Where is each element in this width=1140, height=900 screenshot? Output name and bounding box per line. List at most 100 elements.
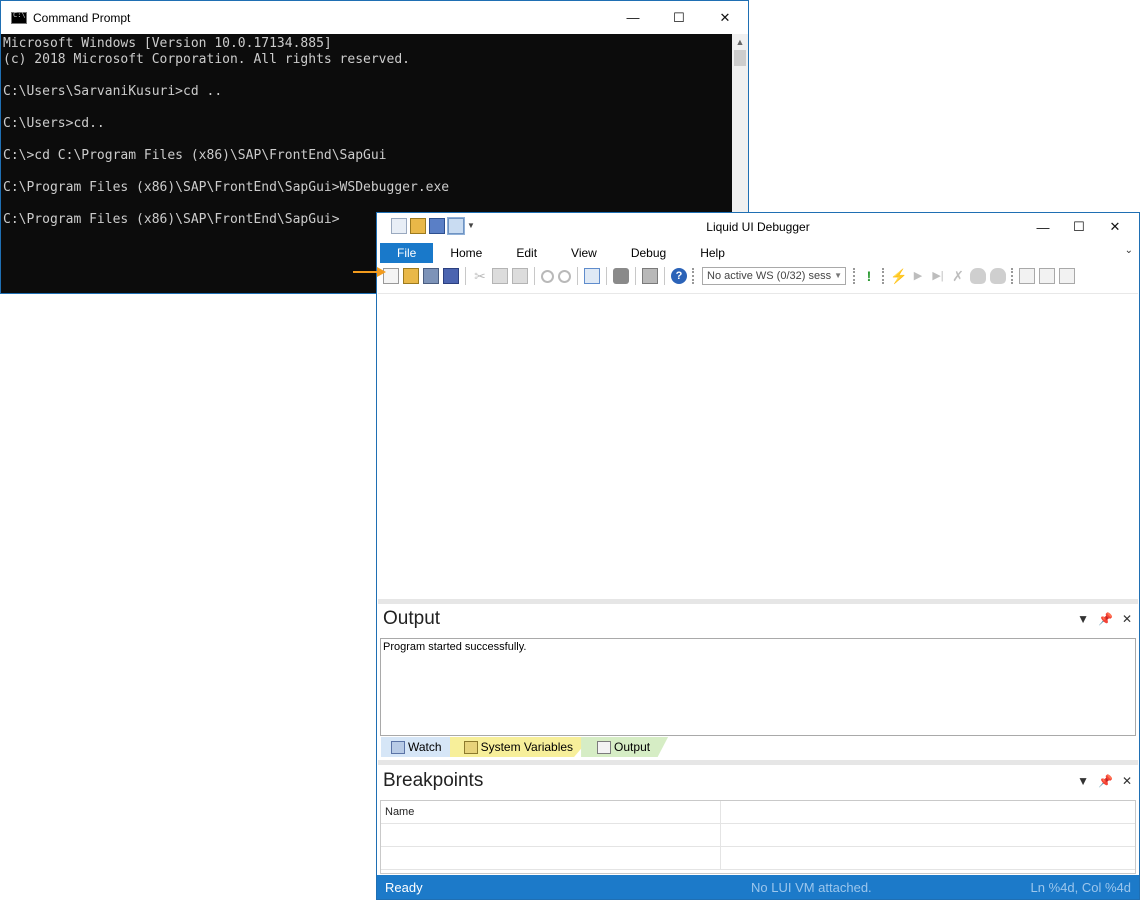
scroll-thumb[interactable] — [734, 50, 746, 66]
help-icon[interactable]: ? — [671, 268, 687, 284]
tab-system-variables[interactable]: System Variables — [449, 737, 592, 757]
toolbar-grip[interactable] — [692, 268, 695, 284]
arrow-head — [377, 267, 386, 277]
liquid-ui-debugger-window: ▼ Liquid UI Debugger — ☐ ✕ File Home Edi… — [376, 212, 1140, 900]
column-header-name[interactable]: Name — [381, 801, 721, 823]
cut-icon[interactable]: ✂ — [472, 268, 488, 284]
pin-icon[interactable]: 📌 — [1098, 606, 1113, 632]
bottom-tab-strip: Watch System Variables Output — [381, 737, 669, 759]
menu-help[interactable]: Help — [683, 243, 742, 263]
tab-output-label: Output — [614, 740, 651, 754]
table-row[interactable] — [381, 824, 1135, 847]
table-cell — [721, 847, 1135, 869]
save-all-icon[interactable] — [443, 268, 459, 284]
save-icon[interactable] — [423, 268, 439, 284]
attach-exclamation-icon[interactable]: ! — [861, 268, 877, 284]
toolbar-separator — [577, 267, 578, 285]
toolbar-separator — [606, 267, 607, 285]
toolbar-separator — [664, 267, 665, 285]
lightning-icon[interactable]: ⚡ — [890, 268, 907, 284]
stop-icon[interactable]: ✗ — [950, 268, 966, 284]
run-icon[interactable]: ▶ — [910, 268, 926, 284]
status-position: Ln %4d, Col %4d — [1030, 880, 1131, 895]
breakpoints-table[interactable]: Name — [380, 800, 1136, 874]
table-cell — [721, 824, 1135, 846]
annotation-arrow-icon — [353, 267, 387, 277]
table-header-row: Name — [381, 801, 1135, 824]
toolbar-grip[interactable] — [1011, 268, 1014, 284]
status-bar: Ready No LUI VM attached. Ln %4d, Col %4… — [377, 875, 1139, 899]
output-icon — [597, 740, 612, 754]
close-icon[interactable]: ✕ — [1122, 606, 1132, 632]
menu-debug[interactable]: Debug — [614, 243, 683, 263]
tab-output[interactable]: Output — [581, 737, 669, 757]
close-icon[interactable]: ✕ — [1097, 213, 1133, 241]
toolbar-grip[interactable] — [882, 268, 885, 284]
document-outline-icon[interactable] — [584, 268, 600, 284]
scroll-up-icon[interactable]: ▲ — [732, 34, 748, 50]
ws-session-combo[interactable]: No active WS (0/32) sess ▼ — [702, 267, 846, 285]
editor-area[interactable] — [378, 293, 1138, 599]
comment-icon[interactable] — [1039, 268, 1055, 284]
breakpoints-panel: Breakpoints ▼ 📌 ✕ Name — [378, 768, 1138, 876]
menu-view[interactable]: View — [554, 243, 614, 263]
minimize-icon[interactable]: — — [610, 1, 656, 34]
tab-watch[interactable]: Watch — [381, 737, 460, 757]
cmd-title-bar[interactable]: Command Prompt — ☐ ✕ — [1, 1, 748, 34]
console-line: C:\Users>cd.. — [3, 116, 105, 131]
step-into-icon[interactable] — [990, 268, 1006, 284]
menu-edit[interactable]: Edit — [499, 243, 554, 263]
table-row[interactable] — [381, 847, 1135, 870]
paste-icon[interactable] — [512, 268, 528, 284]
ws-session-combo-value: No active WS (0/32) sess — [707, 270, 832, 282]
panel-dropdown-icon[interactable]: ▼ — [1077, 606, 1089, 632]
status-vm: No LUI VM attached. — [751, 880, 872, 895]
maximize-icon[interactable]: ☐ — [1061, 213, 1097, 241]
main-toolbar: ✂ ? No active WS (0/32) sess ▼ ! ⚡ ▶ ▶| ✗ — [377, 263, 1139, 289]
window-icon[interactable] — [1019, 268, 1035, 284]
toolbar-separator — [534, 267, 535, 285]
find-binoculars-icon[interactable] — [613, 268, 629, 284]
console-line: (c) 2018 Microsoft Corporation. All righ… — [3, 52, 410, 67]
toolbar-grip[interactable] — [853, 268, 856, 284]
cmd-window-title: Command Prompt — [33, 10, 131, 25]
debugger-title-bar[interactable]: ▼ Liquid UI Debugger — ☐ ✕ — [377, 213, 1139, 241]
maximize-icon[interactable]: ☐ — [656, 1, 702, 34]
ribbon-menu-bar: File Home Edit View Debug Help ⌄ — [377, 241, 1139, 263]
redo-icon[interactable] — [558, 269, 571, 283]
output-message: Program started successfully. — [383, 641, 527, 653]
column-header-empty — [721, 801, 1135, 823]
console-line: C:\Program Files (x86)\SAP\FrontEnd\SapG… — [3, 180, 450, 195]
table-cell — [381, 847, 721, 869]
step-over-icon[interactable] — [970, 268, 986, 284]
copy-icon[interactable] — [492, 268, 508, 284]
chevron-down-icon[interactable]: ▼ — [834, 268, 842, 284]
status-ready: Ready — [385, 880, 423, 895]
open-folder-icon[interactable] — [403, 268, 419, 284]
print-icon[interactable] — [642, 268, 658, 284]
close-icon[interactable]: ✕ — [1122, 768, 1132, 794]
minimize-icon[interactable]: — — [1025, 213, 1061, 241]
run-to-end-icon[interactable]: ▶| — [930, 268, 946, 284]
console-line: Microsoft Windows [Version 10.0.17134.88… — [3, 36, 332, 51]
close-icon[interactable]: ✕ — [702, 1, 748, 34]
table-cell — [381, 824, 721, 846]
tab-system-variables-label: System Variables — [480, 740, 574, 754]
breakpoints-title-text: Breakpoints — [383, 770, 484, 791]
panel-dropdown-icon[interactable]: ▼ — [1077, 768, 1089, 794]
menu-home[interactable]: Home — [433, 243, 499, 263]
pin-icon[interactable]: 📌 — [1098, 768, 1113, 794]
message-icon[interactable] — [1059, 268, 1075, 284]
ribbon-collapse-icon[interactable]: ⌄ — [1125, 245, 1133, 256]
output-text-area[interactable]: Program started successfully. — [380, 638, 1136, 736]
splitter[interactable] — [378, 599, 1138, 604]
output-panel: Output ▼ 📌 ✕ Program started successfull… — [378, 606, 1138, 766]
splitter[interactable] — [378, 760, 1138, 765]
undo-icon[interactable] — [541, 269, 554, 283]
breakpoints-panel-title: Breakpoints ▼ 📌 ✕ — [378, 768, 1138, 794]
menu-file[interactable]: File — [380, 243, 434, 263]
